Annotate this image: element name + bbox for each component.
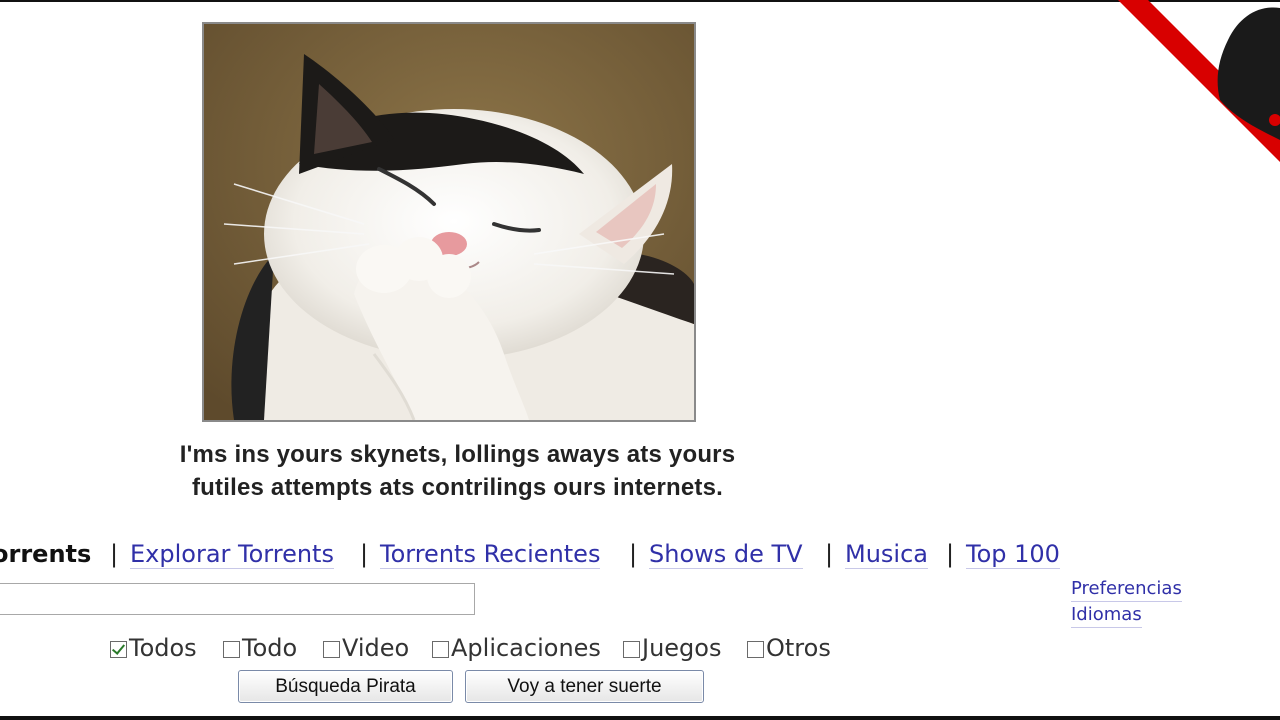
nav-separator: |	[360, 540, 369, 568]
nav-link-top-100[interactable]: Top 100	[966, 540, 1060, 569]
nav-separator: |	[629, 540, 638, 568]
checkbox-video[interactable]	[323, 641, 340, 658]
checkbox-todo[interactable]	[223, 641, 240, 658]
nav-current-search-torrents: orrents	[0, 540, 92, 568]
caption-line-2: futiles attempts ats contrilings ours in…	[191, 474, 724, 501]
category-juegos[interactable]: Juegos	[623, 632, 721, 664]
preferencias-link[interactable]: Preferencias	[1071, 576, 1182, 602]
nav-separator: |	[946, 540, 955, 568]
category-otros[interactable]: Otros	[747, 632, 831, 664]
category-todos[interactable]: Todos	[110, 632, 197, 664]
nav-link-explorar-torrents[interactable]: Explorar Torrents	[130, 540, 334, 569]
category-label: Aplicaciones	[451, 634, 601, 662]
preferences-links: Preferencias Idiomas	[1071, 576, 1182, 628]
bottom-border	[0, 716, 1280, 720]
checkbox-aplicaciones[interactable]	[432, 641, 449, 658]
nav-link-shows-de-tv[interactable]: Shows de TV	[649, 540, 803, 569]
checkbox-juegos[interactable]	[623, 641, 640, 658]
category-label: Video	[342, 634, 410, 662]
category-label: Todo	[242, 634, 298, 662]
checkbox-otros[interactable]	[747, 641, 764, 658]
nav-link-torrents-recientes[interactable]: Torrents Recientes	[380, 540, 601, 569]
category-video[interactable]: Video	[323, 632, 409, 664]
category-todo[interactable]: Todo	[223, 632, 297, 664]
category-label: Juegos	[642, 634, 722, 662]
busqueda-pirata-button[interactable]: Búsqueda Pirata	[238, 670, 453, 703]
category-aplicaciones[interactable]: Aplicaciones	[432, 632, 601, 664]
nav-link-musica[interactable]: Musica	[845, 540, 928, 569]
idiomas-link[interactable]: Idiomas	[1071, 602, 1142, 628]
category-label: Todos	[129, 634, 197, 662]
cat-illustration	[204, 24, 694, 420]
category-label: Otros	[766, 634, 831, 662]
caption-line-1: I'ms ins yours skynets, lollings aways a…	[179, 441, 736, 468]
cat-photo	[202, 22, 696, 422]
photo-caption: I'ms ins yours skynets, lollings aways a…	[130, 438, 785, 504]
nav-separator: |	[825, 540, 834, 568]
search-input[interactable]	[0, 583, 475, 615]
main-nav: orrents | Explorar Torrents | Torrents R…	[0, 536, 1280, 572]
top-border	[0, 0, 1280, 2]
nav-separator: |	[110, 540, 119, 568]
checkbox-todos[interactable]	[110, 641, 127, 658]
voy-a-tener-suerte-button[interactable]: Voy a tener suerte	[465, 670, 704, 703]
